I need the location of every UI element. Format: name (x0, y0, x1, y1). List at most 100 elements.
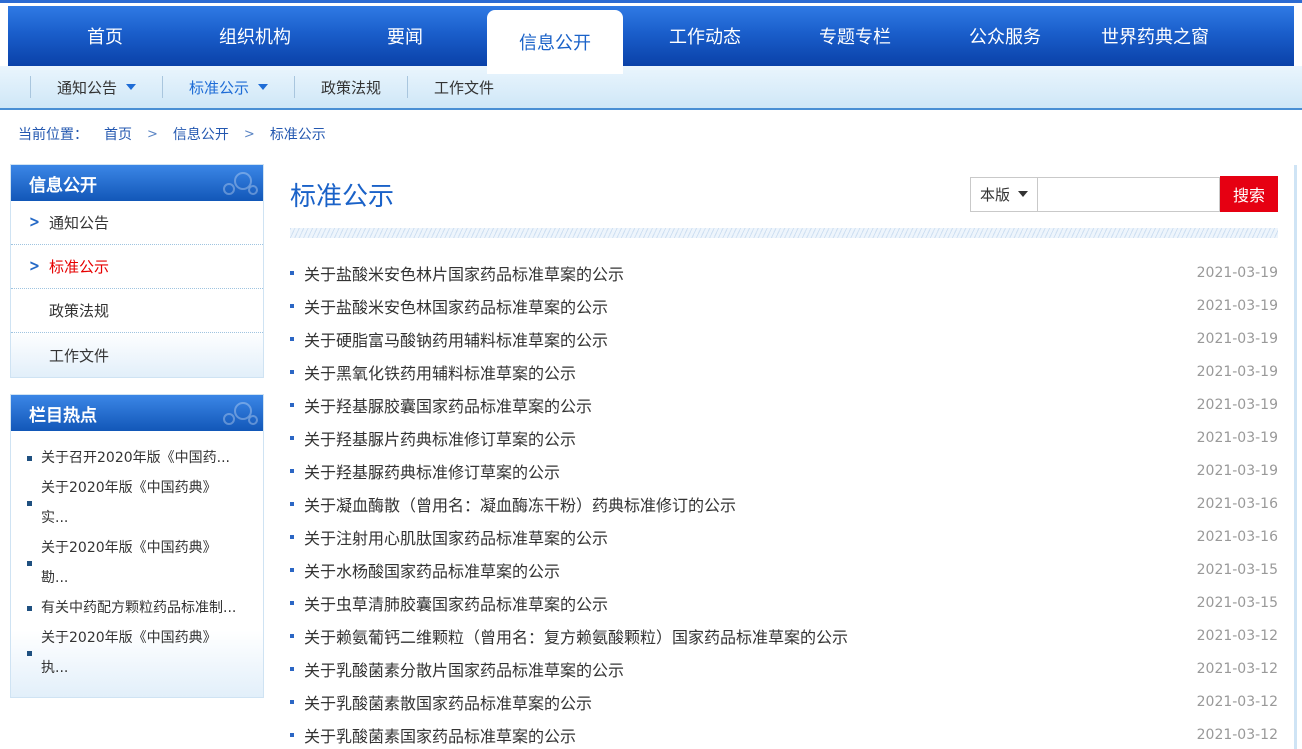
announcement-row: 关于赖氨葡钙二维颗粒（曾用名：复方赖氨酸颗粒）国家药品标准草案的公示 2021-… (290, 619, 1278, 652)
nav-tab[interactable]: 要闻 (330, 6, 480, 66)
sidebar-item[interactable]: > 工作文件 (11, 333, 263, 377)
announcement-title[interactable]: 关于赖氨葡钙二维颗粒（曾用名：复方赖氨酸颗粒）国家药品标准草案的公示 (304, 624, 1185, 648)
right-edge-strip (1294, 165, 1297, 749)
search-input[interactable] (1038, 177, 1220, 212)
announcement-row: 关于羟基脲药典标准修订草案的公示 2021-03-19 (290, 454, 1278, 487)
hot-topic-label: 关于2020年版《中国药典》实... (41, 473, 237, 533)
nav-tab[interactable]: 专题专栏 (780, 6, 930, 66)
sidebar-item-label: 工作文件 (49, 345, 109, 366)
breadcrumb-link[interactable]: 信息公开 (173, 124, 229, 144)
chevron-down-icon (258, 84, 268, 90)
bullet-icon (290, 634, 294, 638)
announcement-title[interactable]: 关于黑氧化铁药用辅料标准草案的公示 (304, 360, 1185, 384)
bullet-icon (290, 700, 294, 704)
announcement-date: 2021-03-19 (1197, 265, 1278, 281)
bullet-icon (290, 337, 294, 341)
bullet-icon (290, 469, 294, 473)
bullet-icon (27, 651, 32, 656)
nav-tab-label: 公众服务 (969, 23, 1041, 49)
breadcrumb-separator: > (147, 127, 158, 142)
announcement-row: 关于乳酸菌素国家药品标准草案的公示 2021-03-12 (290, 718, 1278, 749)
breadcrumb: 当前位置： 首页 > 信息公开 > 标准公示 (0, 110, 1302, 158)
sidebar-section-info: 信息公开 > 通知公告 > 标准公示 (10, 164, 264, 378)
breadcrumb-label: 当前位置： (18, 124, 88, 144)
breadcrumb-separator: > (244, 127, 255, 142)
secondary-navigation: 通知公告 标准公示 政策法规 工作文件 (0, 66, 1302, 110)
hot-topic-item[interactable]: 有关中药配方颗粒药品标准制... (27, 593, 251, 623)
announcement-row: 关于乳酸菌素散国家药品标准草案的公示 2021-03-12 (290, 685, 1278, 718)
subnav-item[interactable]: 工作文件 (407, 76, 520, 98)
search-group: 本版 搜索 (970, 176, 1278, 212)
announcement-date: 2021-03-19 (1197, 298, 1278, 314)
bullet-icon (27, 501, 32, 506)
sidebar-item-label: 政策法规 (49, 300, 109, 321)
announcement-date: 2021-03-16 (1197, 529, 1278, 545)
breadcrumb-segment: > 标准公示 (229, 124, 326, 144)
nav-tab-label: 工作动态 (669, 23, 741, 49)
sidebar-info-title: 信息公开 (29, 171, 97, 196)
nav-tab[interactable]: 首页 (30, 6, 180, 66)
cloud-decoration-icon (193, 167, 259, 197)
announcement-date: 2021-03-15 (1197, 595, 1278, 611)
bullet-icon (290, 535, 294, 539)
announcement-title[interactable]: 关于注射用心肌肽国家药品标准草案的公示 (304, 525, 1185, 549)
announcement-title[interactable]: 关于盐酸米安色林国家药品标准草案的公示 (304, 294, 1185, 318)
hot-topic-label: 关于2020年版《中国药典》勘... (41, 533, 237, 593)
subnav-item[interactable]: 通知公告 (30, 76, 162, 98)
breadcrumb-segment: > 信息公开 (132, 124, 229, 144)
announcement-title[interactable]: 关于水杨酸国家药品标准草案的公示 (304, 558, 1185, 582)
chevron-down-icon (126, 84, 136, 90)
nav-tab[interactable]: 工作动态 (630, 6, 780, 66)
announcement-row: 关于虫草清肺胶囊国家药品标准草案的公示 2021-03-15 (290, 586, 1278, 619)
announcement-title[interactable]: 关于乳酸菌素国家药品标准草案的公示 (304, 723, 1185, 747)
nav-tab-label: 要闻 (387, 23, 423, 49)
search-button[interactable]: 搜索 (1220, 176, 1278, 212)
announcement-title[interactable]: 关于羟基脲胶囊国家药品标准草案的公示 (304, 393, 1185, 417)
sidebar-item[interactable]: > 政策法规 (11, 289, 263, 333)
nav-tab[interactable]: 组织机构 (180, 6, 330, 66)
announcement-title[interactable]: 关于虫草清肺胶囊国家药品标准草案的公示 (304, 591, 1185, 615)
announcement-title[interactable]: 关于羟基脲片药典标准修订草案的公示 (304, 426, 1185, 450)
nav-tab-label: 世界药典之窗 (1101, 23, 1209, 49)
page-title: 标准公示 (290, 176, 394, 213)
announcement-row: 关于盐酸米安色林国家药品标准草案的公示 2021-03-19 (290, 289, 1278, 322)
nav-tab-label: 首页 (87, 23, 123, 49)
hot-topic-item[interactable]: 关于2020年版《中国药典》实... (27, 473, 251, 533)
announcement-title[interactable]: 关于乳酸菌素散国家药品标准草案的公示 (304, 690, 1185, 714)
nav-tab[interactable]: 信息公开 (487, 10, 623, 74)
subnav-item-label: 工作文件 (434, 77, 494, 98)
bullet-icon (290, 502, 294, 506)
announcement-title[interactable]: 关于乳酸菌素分散片国家药品标准草案的公示 (304, 657, 1185, 681)
announcement-date: 2021-03-12 (1197, 727, 1278, 743)
nav-tab[interactable]: 世界药典之窗 (1080, 6, 1230, 66)
bullet-icon (27, 456, 32, 461)
hot-topic-item[interactable]: 关于召开2020年版《中国药... (27, 443, 251, 473)
search-scope-select[interactable]: 本版 (970, 177, 1038, 212)
hot-topic-label: 关于召开2020年版《中国药... (41, 443, 237, 473)
announcement-row: 关于水杨酸国家药品标准草案的公示 2021-03-15 (290, 553, 1278, 586)
announcement-row: 关于盐酸米安色林片国家药品标准草案的公示 2021-03-19 (290, 256, 1278, 289)
breadcrumb-link[interactable]: 首页 (104, 124, 132, 144)
breadcrumb-link[interactable]: 标准公示 (270, 124, 326, 144)
nav-tab[interactable]: 公众服务 (930, 6, 1080, 66)
subnav-item[interactable]: 政策法规 (294, 76, 407, 98)
sidebar-item[interactable]: > 标准公示 (11, 245, 263, 289)
sidebar-info-header: 信息公开 (11, 165, 263, 201)
announcement-date: 2021-03-19 (1197, 430, 1278, 446)
bullet-icon (290, 271, 294, 275)
announcement-title[interactable]: 关于盐酸米安色林片国家药品标准草案的公示 (304, 261, 1185, 285)
nav-tab-label: 专题专栏 (819, 23, 891, 49)
announcement-title[interactable]: 关于凝血酶散（曾用名：凝血酶冻干粉）药典标准修订的公示 (304, 492, 1185, 516)
sidebar-item-label: 标准公示 (49, 256, 109, 277)
breadcrumb-links: 首页 > 信息公开 > 标准公示 (104, 124, 326, 144)
top-accent-line (0, 0, 1302, 3)
announcement-row: 关于注射用心肌肽国家药品标准草案的公示 2021-03-16 (290, 520, 1278, 553)
page-content: 信息公开 > 通知公告 > 标准公示 (0, 158, 1302, 749)
hot-topic-item[interactable]: 关于2020年版《中国药典》勘... (27, 533, 251, 593)
announcement-title[interactable]: 关于硬脂富马酸钠药用辅料标准草案的公示 (304, 327, 1185, 351)
subnav-item[interactable]: 标准公示 (162, 76, 294, 98)
hot-topic-item[interactable]: 关于2020年版《中国药典》执... (27, 623, 251, 683)
sidebar-info-list: > 通知公告 > 标准公示 > 政策法规 > (11, 201, 263, 377)
announcement-title[interactable]: 关于羟基脲药典标准修订草案的公示 (304, 459, 1185, 483)
sidebar-item[interactable]: > 通知公告 (11, 201, 263, 245)
